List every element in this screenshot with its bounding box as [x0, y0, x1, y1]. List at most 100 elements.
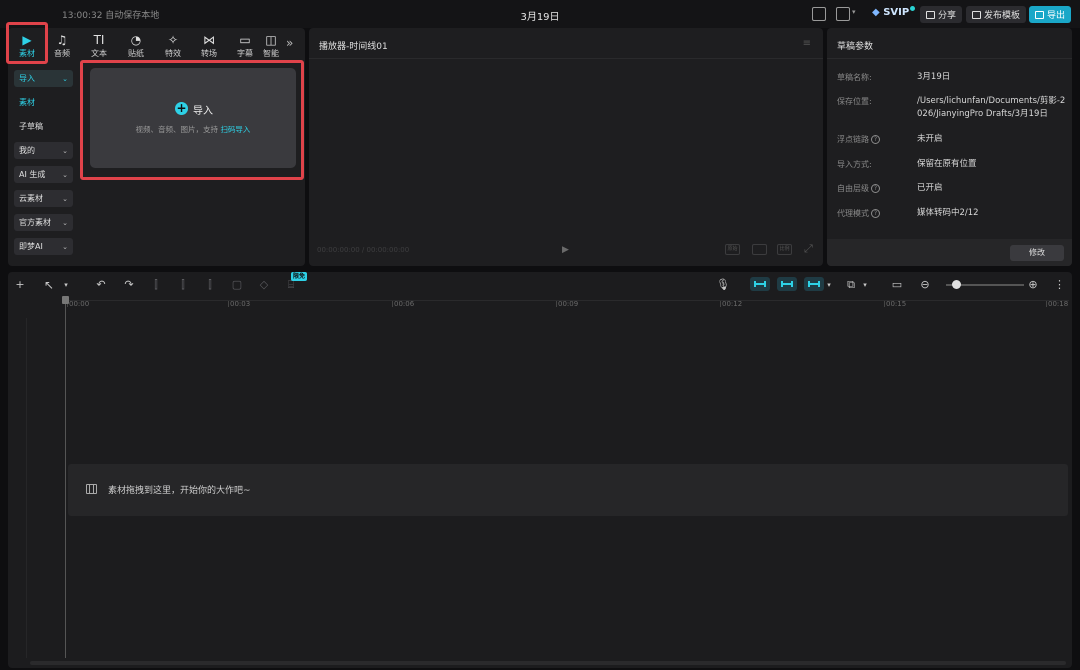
- horizontal-scrollbar[interactable]: [30, 661, 1066, 665]
- more-tabs-icon[interactable]: »: [286, 36, 293, 50]
- prop-value-import-mode: 保留在原有位置: [917, 159, 977, 169]
- ruler-tick: [720, 301, 721, 307]
- export-button[interactable]: 导出: [1029, 6, 1072, 23]
- player-panel: 播放器-时间线01 ≡ 00:00:00:00 / 00:00:00:00 ▶ …: [309, 28, 823, 266]
- free-badge: 限免: [291, 272, 308, 281]
- sidebar-item-jimeng[interactable]: 即梦AI ⌄: [14, 238, 73, 255]
- info-icon[interactable]: ?: [871, 209, 880, 218]
- tab-text[interactable]: TI 文本: [82, 32, 116, 62]
- preview-axis-icon[interactable]: ⧉: [843, 277, 859, 293]
- prop-label-proxy: 代理模式?: [837, 208, 880, 219]
- ruler-label: 00:09: [558, 300, 579, 308]
- publish-template-button[interactable]: 发布模板: [966, 6, 1027, 23]
- title-bar: 13:00:32 自动保存本地 3月19日 ▾ ◆ SVIP 分享 发布模板 导…: [0, 0, 1080, 28]
- sidebar-item-material[interactable]: 素材: [14, 94, 73, 111]
- split-left-icon[interactable]: ⫿: [177, 277, 189, 293]
- aspect-ratio-button[interactable]: 比例: [777, 244, 792, 255]
- shield-icon[interactable]: ◇: [258, 277, 270, 293]
- ruler-tick: [392, 301, 393, 307]
- zoom-out-icon[interactable]: ⊖: [918, 277, 932, 293]
- sticker-icon: ◔: [130, 33, 142, 47]
- delete-icon[interactable]: ▢: [231, 277, 243, 293]
- edit-button[interactable]: 修改: [1010, 245, 1064, 261]
- screen-icon[interactable]: ▭: [889, 277, 905, 293]
- diamond-icon: ◆: [872, 7, 880, 18]
- export-icon: [1035, 10, 1044, 19]
- redo-icon[interactable]: ↷: [122, 277, 136, 293]
- split-right-icon[interactable]: ⫿: [204, 277, 216, 293]
- play-box-icon: [972, 10, 981, 19]
- original-ratio-button[interactable]: 原始: [725, 244, 740, 255]
- zoom-in-icon[interactable]: ⊕: [1026, 277, 1040, 293]
- more-options-icon[interactable]: ⋮: [1054, 277, 1065, 293]
- tab-sticker[interactable]: ◔ 贴纸: [119, 32, 153, 62]
- player-title: 播放器-时间线01: [319, 42, 388, 52]
- prop-label-name: 草稿名称:: [837, 73, 872, 82]
- tab-smart[interactable]: ◫ 智能: [260, 32, 282, 62]
- panel-title: 草稿参数: [837, 42, 874, 52]
- info-icon[interactable]: ?: [871, 184, 880, 193]
- prop-value-location: /Users/lichunfan/Documents/剪影-2026/Jiany…: [917, 96, 1066, 119]
- divider: [309, 58, 823, 59]
- add-track-icon[interactable]: +: [14, 277, 26, 293]
- layout-icon[interactable]: [836, 7, 850, 21]
- film-icon: [86, 484, 97, 494]
- caption-icon: ▭: [239, 33, 251, 47]
- playhead-handle[interactable]: [62, 296, 69, 304]
- playhead[interactable]: [65, 296, 66, 658]
- prop-value-free-layer: 已开启: [917, 183, 943, 193]
- sidebar-item-ai-generate[interactable]: AI 生成 ⌄: [14, 166, 73, 183]
- ruler-label: 00:06: [394, 300, 415, 308]
- prop-label-import-mode: 导入方式:: [837, 160, 872, 169]
- chevron-down-icon: ⌄: [62, 146, 68, 155]
- play-icon[interactable]: ▶: [562, 245, 569, 255]
- sidebar-item-mine[interactable]: 我的 ⌄: [14, 142, 73, 159]
- ruler-label: 00:03: [230, 300, 251, 308]
- sidebar-item-official[interactable]: 官方素材 ⌄: [14, 214, 73, 231]
- crop-icon[interactable]: [752, 244, 767, 255]
- divider: [827, 58, 1072, 59]
- menu-icon[interactable]: ≡: [803, 38, 811, 49]
- svip-badge[interactable]: ◆ SVIP: [872, 6, 916, 22]
- share-button[interactable]: 分享: [920, 6, 963, 23]
- transition-icon: ⋈: [203, 33, 215, 47]
- tab-transition[interactable]: ⋈ 转场: [192, 32, 226, 62]
- tab-audio[interactable]: ♫ 音频: [45, 32, 79, 62]
- info-icon[interactable]: ?: [871, 135, 880, 144]
- chevron-down-icon: ⌄: [62, 242, 68, 251]
- ruler-tick: [1046, 301, 1047, 307]
- player-timecode: 00:00:00:00 / 00:00:00:00: [317, 246, 410, 254]
- keyboard-icon[interactable]: [812, 7, 826, 21]
- chevron-down-icon[interactable]: ▾: [861, 277, 869, 293]
- zoom-slider-handle[interactable]: [952, 280, 961, 289]
- drop-hint: 素材拖拽到这里，开始你的大作吧~: [108, 486, 251, 496]
- chevron-down-icon: ⌄: [62, 74, 68, 83]
- magnet-snap-icon[interactable]: [750, 277, 770, 291]
- prop-label-float: 浮点链路?: [837, 134, 880, 145]
- fullscreen-icon[interactable]: ⤢: [804, 242, 813, 256]
- tab-caption[interactable]: ▭ 字幕: [228, 32, 262, 62]
- undo-icon[interactable]: ↶: [94, 277, 108, 293]
- ruler-tick: [228, 301, 229, 307]
- sidebar-item-subdraft[interactable]: 子草稿: [14, 118, 73, 135]
- main-track-drop-zone[interactable]: 素材拖拽到这里，开始你的大作吧~: [68, 464, 1068, 516]
- split-icon[interactable]: ⫿: [150, 277, 162, 293]
- ruler-tick: [884, 301, 885, 307]
- chevron-down-icon: ⌄: [62, 194, 68, 203]
- linkage-icon[interactable]: [804, 277, 824, 291]
- tab-effects[interactable]: ✧ 特效: [156, 32, 190, 62]
- audio-icon: ♫: [56, 33, 68, 47]
- chevron-down-icon[interactable]: ▾: [62, 277, 70, 293]
- sidebar-item-cloud[interactable]: 云素材 ⌄: [14, 190, 73, 207]
- select-tool-icon[interactable]: ↖: [42, 277, 56, 293]
- microphone-icon[interactable]: 🎙: [716, 277, 730, 293]
- auto-snap-icon[interactable]: [777, 277, 797, 291]
- ruler-label: 00:15: [886, 300, 907, 308]
- prop-label-location: 保存位置:: [837, 97, 872, 106]
- chevron-down-icon[interactable]: ▾: [852, 8, 856, 16]
- highlight-media-tab: [6, 22, 48, 64]
- chevron-down-icon[interactable]: ▾: [825, 277, 833, 293]
- sidebar-item-import[interactable]: 导入 ⌄: [14, 70, 73, 87]
- draft-properties-panel: 草稿参数 草稿名称: 3月19日 保存位置: /Users/lichunfan/…: [827, 28, 1072, 266]
- prop-value-proxy: 媒体转码中2/12: [917, 208, 979, 218]
